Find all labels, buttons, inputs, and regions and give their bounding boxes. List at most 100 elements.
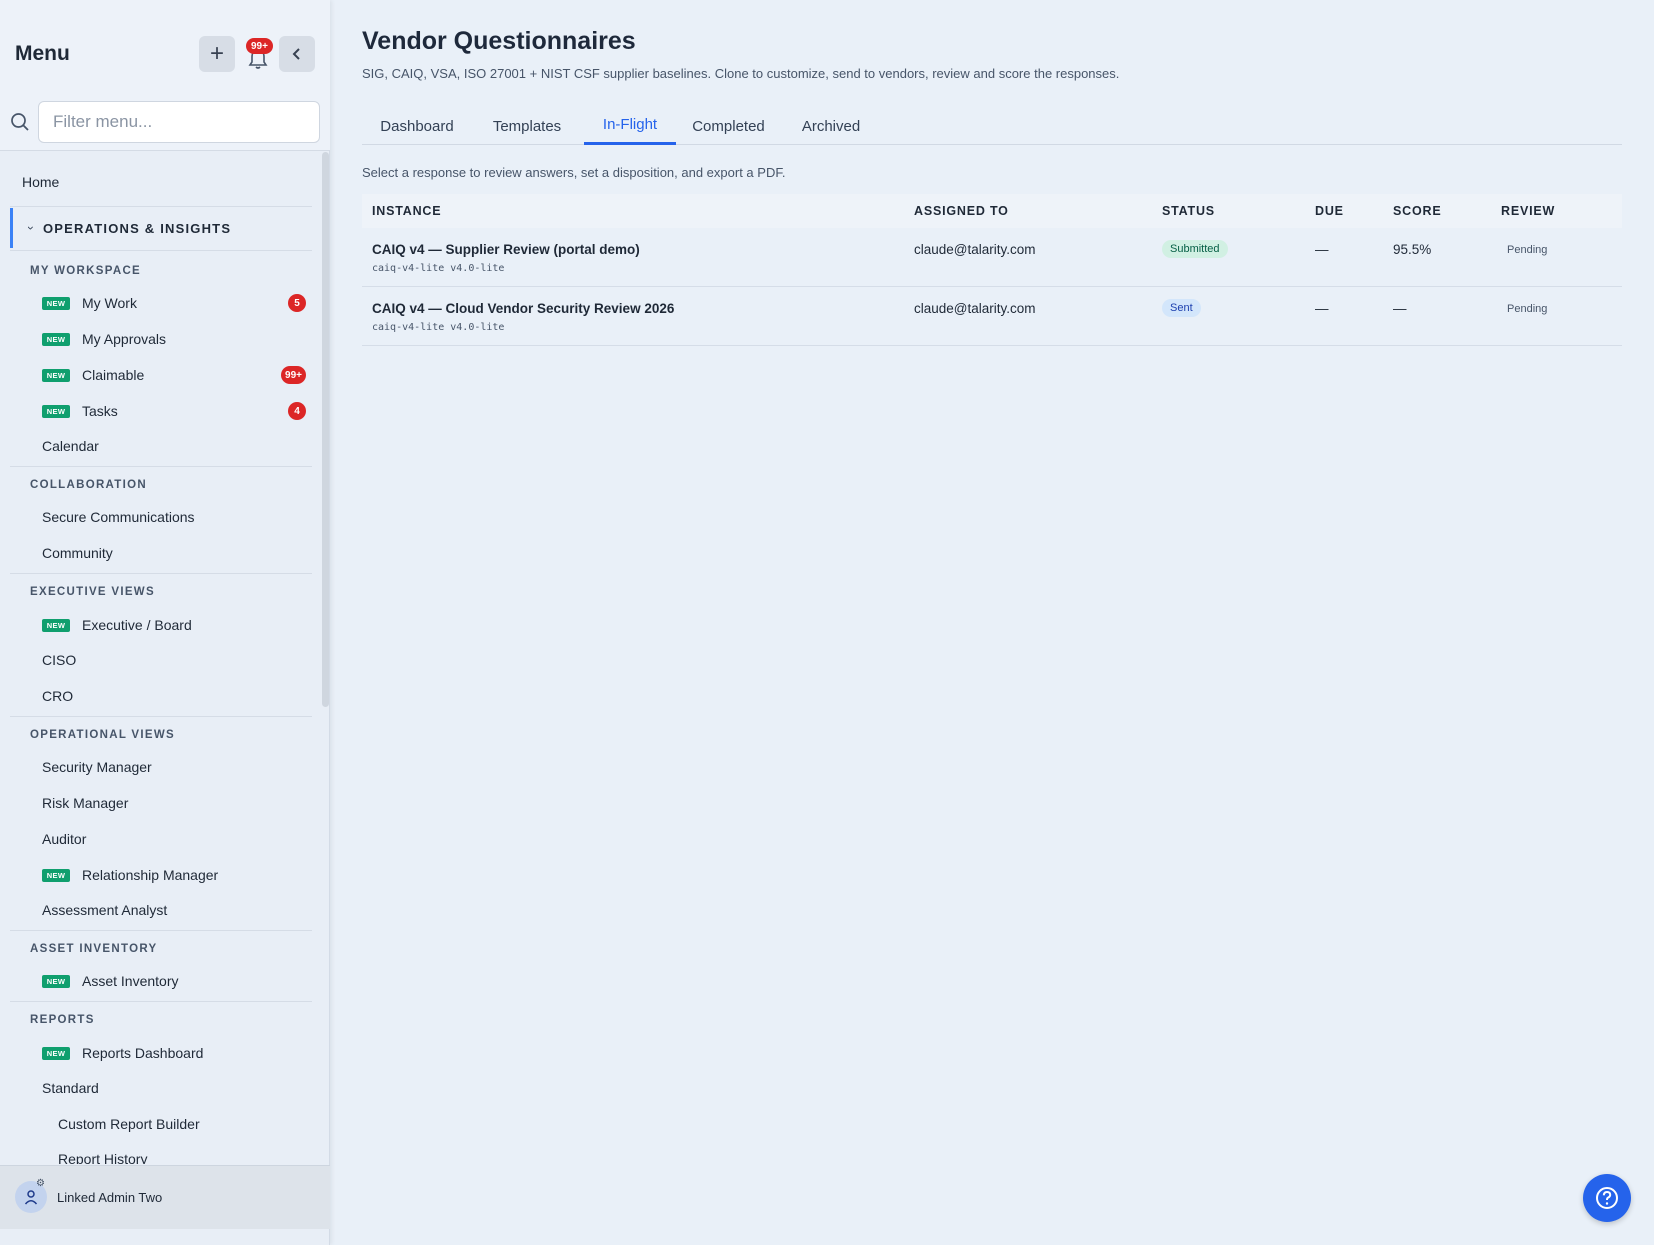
column-header-due[interactable]: DUE bbox=[1315, 204, 1344, 218]
sidebar-item-label: Assessment Analyst bbox=[42, 902, 168, 918]
chevron-down-icon: › bbox=[24, 226, 38, 230]
status-badge: Sent bbox=[1162, 299, 1201, 317]
sidebar-item-tasks[interactable]: NEW Tasks 4 bbox=[42, 397, 306, 425]
user-footer[interactable]: ⚙ Linked Admin Two bbox=[0, 1165, 330, 1229]
sidebar-item-auditor[interactable]: Auditor bbox=[42, 825, 306, 853]
group-label: OPERATIONS & INSIGHTS bbox=[43, 220, 232, 236]
sidebar-item-label: Custom Report Builder bbox=[58, 1116, 200, 1132]
table-hint: Select a response to review answers, set… bbox=[362, 165, 786, 180]
sidebar-item-label: Auditor bbox=[42, 831, 87, 847]
table-row[interactable]: CAIQ v4 — Supplier Review (portal demo) … bbox=[362, 228, 1622, 287]
help-button[interactable] bbox=[1583, 1174, 1631, 1222]
sidebar-item-calendar[interactable]: Calendar bbox=[42, 432, 306, 460]
sidebar-item-relationship-manager[interactable]: NEW Relationship Manager bbox=[42, 861, 306, 889]
main-content: Vendor Questionnaires SIG, CAIQ, VSA, IS… bbox=[362, 0, 1622, 1245]
sidebar-item-label: Security Manager bbox=[42, 759, 152, 775]
score: 95.5% bbox=[1393, 242, 1432, 257]
sidebar-item-secure-communications[interactable]: Secure Communications bbox=[42, 503, 306, 531]
table-row[interactable]: CAIQ v4 — Cloud Vendor Security Review 2… bbox=[362, 287, 1622, 346]
tab-bar: Dashboard Templates In-Flight Completed … bbox=[362, 107, 1622, 145]
new-tag: NEW bbox=[42, 332, 70, 346]
user-icon bbox=[24, 1190, 38, 1205]
new-tag: NEW bbox=[42, 368, 70, 382]
instance-title: CAIQ v4 — Supplier Review (portal demo) bbox=[372, 242, 640, 257]
gear-icon: ⚙ bbox=[36, 1178, 45, 1189]
tab-archived[interactable]: Archived bbox=[781, 107, 881, 145]
filter-menu-input[interactable] bbox=[38, 101, 320, 143]
section-executive-views: EXECUTIVE VIEWS bbox=[30, 586, 155, 598]
divider bbox=[10, 930, 312, 931]
divider bbox=[10, 466, 312, 467]
sidebar-item-label: Report History bbox=[58, 1151, 148, 1164]
collapse-sidebar-button[interactable] bbox=[279, 36, 315, 72]
sidebar-item-label: CISO bbox=[42, 652, 77, 668]
notifications-button[interactable]: 99+ bbox=[244, 38, 276, 72]
section-operational-views: OPERATIONAL VIEWS bbox=[30, 729, 175, 741]
sidebar-item-risk-manager[interactable]: Risk Manager bbox=[42, 789, 306, 817]
sidebar-item-label: Tasks bbox=[82, 403, 118, 419]
review-status: Pending bbox=[1507, 244, 1548, 256]
sidebar-item-ciso[interactable]: CISO bbox=[42, 646, 306, 674]
review-status: Pending bbox=[1507, 303, 1548, 315]
tab-in-flight[interactable]: In-Flight bbox=[584, 107, 676, 145]
sidebar-item-reports-dashboard[interactable]: NEW Reports Dashboard bbox=[42, 1039, 306, 1067]
new-tag: NEW bbox=[42, 618, 70, 632]
sidebar-nav: Home › OPERATIONS & INSIGHTS MY WORKSPAC… bbox=[0, 152, 323, 1164]
sidebar-item-label: Community bbox=[42, 545, 113, 561]
sidebar-item-label: Claimable bbox=[82, 367, 145, 383]
column-header-instance[interactable]: INSTANCE bbox=[372, 204, 441, 218]
due-date: — bbox=[1315, 301, 1329, 316]
section-my-workspace: MY WORKSPACE bbox=[30, 265, 142, 277]
sidebar-item-label: Reports Dashboard bbox=[82, 1045, 204, 1061]
sidebar-item-asset-inventory[interactable]: NEW Asset Inventory bbox=[42, 967, 306, 995]
section-asset-inventory: ASSET INVENTORY bbox=[30, 943, 158, 955]
score: — bbox=[1393, 301, 1407, 316]
instance-title: CAIQ v4 — Cloud Vendor Security Review 2… bbox=[372, 301, 675, 316]
table-header: INSTANCE ASSIGNED TO STATUS DUE SCORE RE… bbox=[362, 194, 1622, 228]
tab-templates[interactable]: Templates bbox=[472, 107, 582, 145]
add-button[interactable]: + bbox=[199, 36, 235, 72]
column-header-status[interactable]: STATUS bbox=[1162, 204, 1215, 218]
sidebar-item-my-work[interactable]: NEW My Work 5 bbox=[42, 289, 306, 317]
new-tag: NEW bbox=[42, 296, 70, 310]
assigned-to: claude@talarity.com bbox=[914, 301, 1036, 316]
sidebar-item-label: Calendar bbox=[42, 438, 99, 454]
new-tag: NEW bbox=[42, 1046, 70, 1060]
notifications-badge: 99+ bbox=[246, 38, 273, 54]
sidebar-item-label: Relationship Manager bbox=[82, 867, 219, 883]
chevron-left-icon bbox=[292, 48, 300, 60]
page-subtitle: SIG, CAIQ, VSA, ISO 27001 + NIST CSF sup… bbox=[362, 66, 1120, 81]
column-header-assigned-to[interactable]: ASSIGNED TO bbox=[914, 204, 1009, 218]
tab-dashboard[interactable]: Dashboard bbox=[362, 107, 472, 145]
sidebar-item-my-approvals[interactable]: NEW My Approvals bbox=[42, 325, 306, 353]
assigned-to: claude@talarity.com bbox=[914, 242, 1036, 257]
sidebar-item-executive-board[interactable]: NEW Executive / Board bbox=[42, 611, 306, 639]
sidebar-item-claimable[interactable]: NEW Claimable 99+ bbox=[42, 361, 306, 389]
nav-home[interactable]: Home bbox=[22, 174, 59, 190]
tab-completed[interactable]: Completed bbox=[676, 107, 781, 145]
status-badge: Submitted bbox=[1162, 240, 1228, 258]
sidebar-scrollbar[interactable] bbox=[322, 152, 329, 707]
instance-code: caiq-v4-lite v4.0-lite bbox=[372, 322, 505, 333]
sidebar-item-label: My Work bbox=[82, 295, 137, 311]
sidebar: Menu + 99+ Home › OPERATIONS & INSIGHTS … bbox=[0, 0, 330, 1245]
sidebar-item-community[interactable]: Community bbox=[42, 539, 306, 567]
divider bbox=[10, 250, 312, 251]
column-header-review[interactable]: REVIEW bbox=[1501, 204, 1555, 218]
search-icon bbox=[11, 113, 29, 131]
divider bbox=[0, 150, 330, 151]
new-tag: NEW bbox=[42, 868, 70, 882]
sidebar-item-cro[interactable]: CRO bbox=[42, 682, 306, 710]
sidebar-item-standard[interactable]: Standard bbox=[42, 1074, 306, 1102]
help-icon bbox=[1596, 1187, 1618, 1209]
group-operations-insights[interactable]: › OPERATIONS & INSIGHTS bbox=[10, 208, 312, 248]
sidebar-item-custom-report-builder[interactable]: Custom Report Builder bbox=[58, 1110, 322, 1138]
column-header-score[interactable]: SCORE bbox=[1393, 204, 1441, 218]
new-tag: NEW bbox=[42, 974, 70, 988]
instance-code: caiq-v4-lite v4.0-lite bbox=[372, 263, 505, 274]
sidebar-item-security-manager[interactable]: Security Manager bbox=[42, 753, 306, 781]
sidebar-item-label: Asset Inventory bbox=[82, 973, 179, 989]
sidebar-item-report-history[interactable]: Report History bbox=[58, 1145, 322, 1164]
sidebar-item-assessment-analyst[interactable]: Assessment Analyst bbox=[42, 896, 306, 924]
section-reports: REPORTS bbox=[30, 1014, 95, 1026]
